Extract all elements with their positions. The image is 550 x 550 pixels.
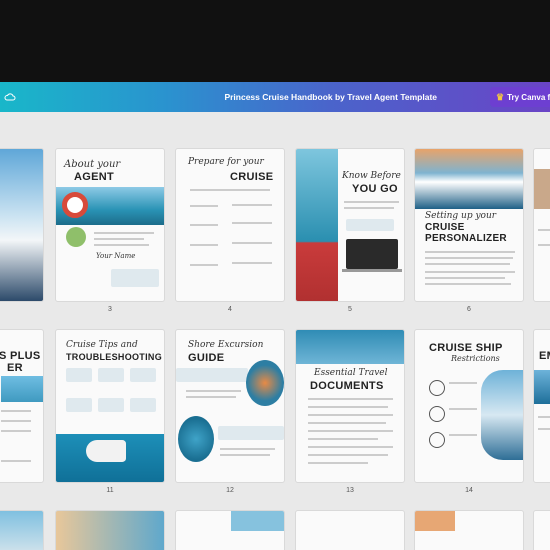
page-title: TROUBLESHOOTING <box>66 352 162 362</box>
page-gallery[interactable]: About your AGENT Your Name 3 Prepare for… <box>0 112 550 550</box>
page-script-heading: Essential Travel <box>314 368 388 378</box>
page-thumbnail-18[interactable] <box>0 510 44 550</box>
page-thumbnail-22[interactable] <box>414 510 524 550</box>
page-photo <box>415 149 523 209</box>
try-canva-button[interactable]: ♛ Try Canva f <box>490 87 550 107</box>
page-photo <box>481 370 523 460</box>
page-thumbnail-15[interactable]: EM <box>533 329 550 483</box>
page-photo <box>296 149 338 301</box>
page-number: 13 <box>346 487 354 494</box>
page-script-heading: Know Before <box>342 171 401 181</box>
page-number: 6 <box>467 306 471 313</box>
page-photo <box>246 360 284 406</box>
page-thumbnail-4[interactable]: Prepare for your CRUISE <box>175 148 285 302</box>
life-ring-icon <box>62 192 88 218</box>
top-dark-area <box>0 0 550 82</box>
page-script-heading: Prepare for your <box>188 157 264 167</box>
page-number: 4 <box>228 306 232 313</box>
page-number: 12 <box>226 487 234 494</box>
page-title: DOCUMENTS <box>310 380 384 392</box>
page-title: CRUISE PERSONALIZER <box>425 222 507 244</box>
page-photo <box>534 370 550 404</box>
page-title: CRUISE <box>230 171 274 183</box>
cloud-icon[interactable] <box>4 91 16 103</box>
page-title: ER <box>7 362 23 374</box>
agent-photo <box>66 227 86 247</box>
page-script-heading: Cruise Tips and <box>66 340 138 350</box>
ship-image <box>86 440 126 462</box>
page-thumbnail-20[interactable] <box>175 510 285 550</box>
page-photo <box>534 169 550 209</box>
page-script-heading: About your <box>64 159 121 170</box>
no-entry-icon <box>429 406 445 422</box>
page-number: 14 <box>465 487 473 494</box>
page-title: CRUISE SHIP <box>429 342 503 354</box>
page-thumbnail-10[interactable]: S PLUS ER <box>0 329 44 483</box>
page-photo <box>178 416 214 462</box>
page-number: 11 <box>106 487 114 494</box>
page-title: EM <box>539 350 550 362</box>
page-script-heading: Shore Excursion <box>188 340 264 350</box>
page-script-heading: Restrictions <box>451 354 500 363</box>
page-photo <box>1 376 43 402</box>
page-number: 5 <box>348 306 352 313</box>
page-thumbnail-11[interactable]: Cruise Tips and TROUBLESHOOTING <box>55 329 165 483</box>
page-thumbnail-7[interactable] <box>533 148 550 302</box>
page-thumbnail-14[interactable]: CRUISE SHIP Restrictions <box>414 329 524 483</box>
page-title: YOU GO <box>352 183 398 195</box>
page-thumbnail-5[interactable]: Know Before YOU GO <box>295 148 405 302</box>
page-script-heading: Setting up your <box>425 211 497 221</box>
restriction-icon <box>429 432 445 448</box>
laptop-image <box>346 239 398 269</box>
page-number: 3 <box>108 306 112 313</box>
page-thumbnail-21[interactable] <box>295 510 405 550</box>
page-thumbnail-12[interactable]: Shore Excursion GUIDE <box>175 329 285 483</box>
try-canva-label: Try Canva f <box>507 92 550 102</box>
page-thumbnail-6[interactable]: Setting up your CRUISE PERSONALIZER <box>414 148 524 302</box>
page-thumbnail-23[interactable] <box>533 510 550 550</box>
template-title: Princess Cruise Handbook by Travel Agent… <box>224 92 437 102</box>
page-title: AGENT <box>74 171 114 183</box>
page-thumbnail-13[interactable]: Essential Travel DOCUMENTS <box>295 329 405 483</box>
page-title: S PLUS <box>0 350 41 362</box>
page-thumbnail-2[interactable] <box>0 148 44 302</box>
crown-icon: ♛ <box>496 91 505 102</box>
page-thumbnail-19[interactable] <box>55 510 165 550</box>
page-thumbnail-3[interactable]: About your AGENT Your Name <box>55 148 165 302</box>
restriction-icon <box>429 380 445 396</box>
page-photo <box>296 330 404 364</box>
header-bar: Princess Cruise Handbook by Travel Agent… <box>0 82 550 112</box>
page-title: GUIDE <box>188 352 225 364</box>
